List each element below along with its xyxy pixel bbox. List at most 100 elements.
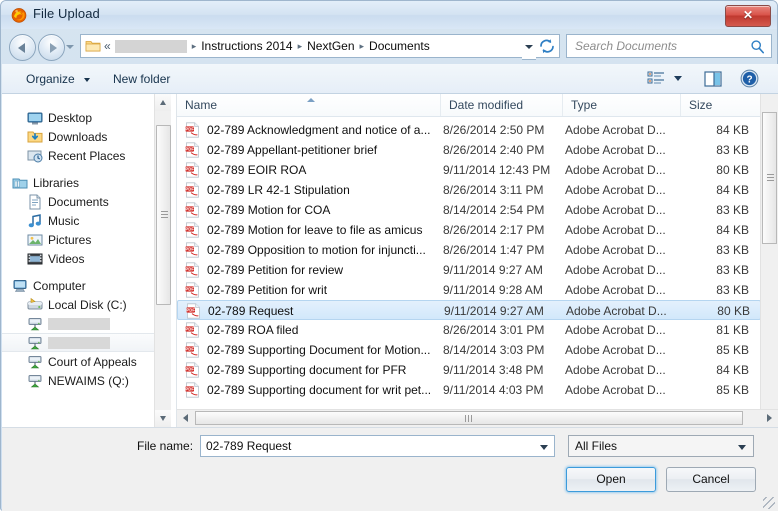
sidebar-item-recent-places[interactable]: Recent Places (2, 146, 154, 165)
column-header-size[interactable]: Size (680, 94, 761, 116)
file-row[interactable]: PDF02-789 LR 42-1 Stipulation8/26/2014 3… (177, 180, 761, 200)
breadcrumb[interactable]: « ▸ Instructions 2014 ▸ NextGen ▸ Docume… (80, 34, 536, 58)
search-icon[interactable] (750, 39, 765, 57)
breadcrumb-separator: ▸ (355, 41, 370, 52)
sidebar-item-label: Local Disk (C:) (48, 298, 127, 312)
sidebar-item-computer[interactable]: Computer (2, 276, 154, 295)
file-list-vertical-scrollbar[interactable] (760, 94, 778, 410)
file-name-cell: 02-789 Petition for writ (185, 280, 455, 300)
file-row[interactable]: PDF02-789 Supporting document for writ p… (177, 380, 761, 400)
breadcrumb-separator: ▸ (293, 41, 308, 52)
svg-text:?: ? (746, 74, 752, 85)
sidebar-item-court-of-appeals[interactable]: Court of Appeals (2, 352, 154, 371)
sidebar-item-videos[interactable]: Videos (2, 249, 154, 268)
search-input[interactable]: Search Documents (566, 34, 772, 58)
new-folder-label: New folder (113, 72, 170, 86)
sidebar-item-pictures[interactable]: Pictures (2, 230, 154, 249)
preview-pane-icon[interactable] (704, 70, 722, 88)
organize-button[interactable]: Organize (20, 70, 96, 89)
file-row[interactable]: PDF02-789 Motion for COA8/14/2014 2:54 P… (177, 200, 761, 220)
network-drive-icon (27, 335, 43, 351)
breadcrumb-overflow[interactable]: « (104, 39, 111, 53)
sidebar-scrollbar[interactable] (154, 94, 172, 427)
breadcrumb-item-documents[interactable]: Documents (369, 39, 430, 53)
cancel-button[interactable]: Cancel (666, 467, 756, 492)
sidebar-item-local-disk-c[interactable]: Local Disk (C:) (2, 295, 154, 314)
sidebar-item-libraries[interactable]: Libraries (2, 173, 154, 192)
sidebar-item-desktop[interactable]: Desktop (2, 108, 154, 127)
horizontal-scroll-thumb[interactable] (195, 411, 743, 425)
file-size-cell: 83 KB (677, 280, 749, 300)
file-name-input[interactable]: 02-789 Request (200, 435, 555, 457)
scroll-up-icon[interactable] (155, 94, 172, 111)
breadcrumb-item-nextgen[interactable]: NextGen (307, 39, 354, 53)
file-name-cell: 02-789 Opposition to motion for injuncti… (185, 240, 455, 260)
file-row[interactable]: PDF02-789 Opposition to motion for injun… (177, 240, 761, 260)
scroll-down-icon[interactable] (155, 410, 172, 427)
file-type-cell: Adobe Acrobat D... (565, 340, 685, 360)
file-row[interactable]: PDF02-789 Petition for writ9/11/2014 9:2… (177, 280, 761, 300)
breadcrumb-item-instructions-2014[interactable]: Instructions 2014 (201, 39, 292, 53)
sidebar-scroll-thumb[interactable] (156, 125, 171, 305)
file-name-cell: 02-789 Request (186, 301, 456, 321)
file-date-modified-cell: 8/26/2014 2:40 PM (443, 140, 561, 160)
chevron-down-icon[interactable] (66, 45, 74, 49)
file-row[interactable]: PDF02-789 Appellant-petitioner brief8/26… (177, 140, 761, 160)
network-drive-icon (27, 373, 43, 389)
breadcrumb-separator: ▸ (187, 41, 202, 52)
file-row[interactable]: PDF02-789 Supporting Document for Motion… (177, 340, 761, 360)
sidebar-item-redacted-drive-10[interactable] (2, 314, 154, 333)
breadcrumb-dropdown-button[interactable] (522, 34, 536, 60)
sidebar-item-downloads[interactable]: Downloads (2, 127, 154, 146)
file-name-cell: 02-789 Supporting Document for Motion... (185, 340, 455, 360)
file-row[interactable]: PDF02-789 Acknowledgment and notice of a… (177, 120, 761, 140)
open-button[interactable]: Open (566, 467, 656, 492)
close-icon: ✕ (726, 6, 770, 26)
file-row-selected[interactable]: PDF02-789 Request9/11/2014 9:27 AMAdobe … (177, 300, 761, 320)
close-button[interactable]: ✕ (725, 5, 771, 27)
file-row[interactable]: PDF02-789 Motion for leave to file as am… (177, 220, 761, 240)
file-name-cell: 02-789 Supporting document for writ pet.… (185, 380, 455, 400)
file-date-modified-cell: 9/11/2014 9:27 AM (444, 301, 562, 321)
address-bar-row: « ▸ Instructions 2014 ▸ NextGen ▸ Docume… (2, 29, 778, 64)
forward-button[interactable] (38, 34, 65, 61)
refresh-button[interactable] (536, 34, 560, 58)
file-row[interactable]: PDF02-789 Supporting document for PFR9/1… (177, 360, 761, 380)
file-row[interactable]: PDF02-789 Petition for review9/11/2014 9… (177, 260, 761, 280)
documents-icon (27, 194, 43, 210)
file-name-cell: 02-789 Petition for review (185, 260, 455, 280)
file-name-cell: 02-789 Acknowledgment and notice of a... (185, 120, 455, 140)
file-date-modified-cell: 8/14/2014 3:03 PM (443, 340, 561, 360)
file-list-horizontal-scrollbar[interactable] (177, 409, 778, 427)
music-icon (27, 213, 43, 229)
column-header-type[interactable]: Type (562, 94, 680, 116)
sidebar-item-newaims-q[interactable]: NEWAIMS (Q:) (2, 371, 154, 390)
file-type-cell: Adobe Acrobat D... (565, 220, 685, 240)
breadcrumb-redacted-segment (115, 40, 187, 53)
scroll-right-icon[interactable] (761, 410, 778, 426)
file-date-modified-cell: 9/11/2014 12:43 PM (443, 160, 561, 180)
sidebar-item-redacted-drive-11[interactable] (2, 333, 154, 352)
file-name-cell: 02-789 LR 42-1 Stipulation (185, 180, 455, 200)
file-row[interactable]: PDF02-789 EOIR ROA9/11/2014 12:43 PMAdob… (177, 160, 761, 180)
file-size-cell: 81 KB (677, 320, 749, 340)
file-name-cell: 02-789 EOIR ROA (185, 160, 455, 180)
sidebar-item-label: Pictures (48, 233, 91, 247)
chevron-down-icon[interactable] (540, 445, 548, 450)
back-button[interactable] (9, 34, 36, 61)
new-folder-button[interactable]: New folder (107, 70, 176, 89)
file-row[interactable]: PDF02-789 ROA filed8/26/2014 3:01 PMAdob… (177, 320, 761, 340)
column-header-date-modified[interactable]: Date modified (440, 94, 562, 116)
file-date-modified-cell: 9/11/2014 3:48 PM (443, 360, 561, 380)
file-name-cell: 02-789 Motion for leave to file as amicu… (185, 220, 455, 240)
scroll-left-icon[interactable] (177, 410, 194, 426)
sidebar-item-music[interactable]: Music (2, 211, 154, 230)
file-type-filter-select[interactable]: All Files (568, 435, 754, 457)
file-list-scroll-thumb[interactable] (762, 112, 777, 244)
sidebar-item-documents[interactable]: Documents (2, 192, 154, 211)
resize-grip[interactable] (763, 497, 775, 509)
help-icon[interactable]: ? (740, 69, 759, 88)
view-layout-icon[interactable] (647, 70, 667, 88)
file-date-modified-cell: 8/26/2014 3:11 PM (443, 180, 561, 200)
view-layout-dropdown-icon[interactable] (674, 76, 682, 81)
